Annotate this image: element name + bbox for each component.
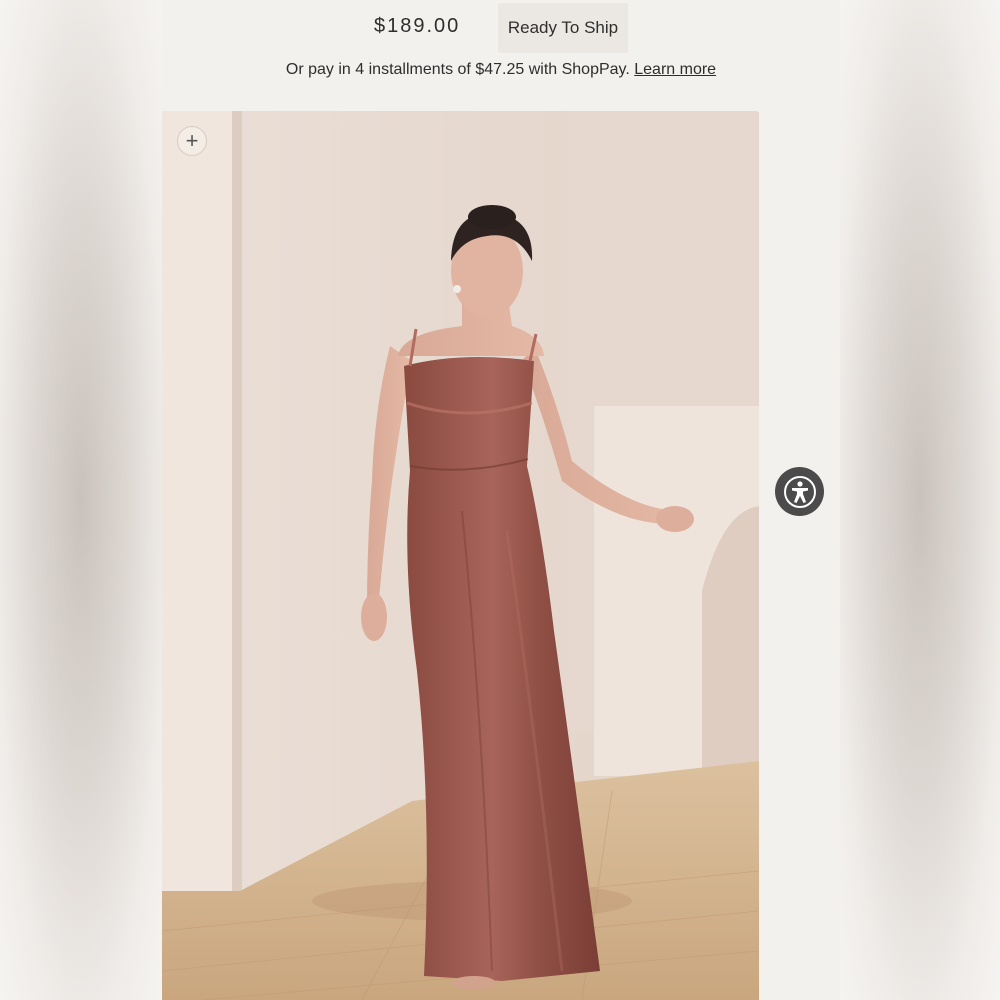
product-page: $189.00 Ready To Ship Or pay in 4 instal…	[162, 0, 840, 1000]
right-backdrop	[840, 0, 1000, 1000]
product-image[interactable]	[162, 111, 759, 1000]
product-photo-illustration	[162, 111, 759, 1000]
product-price: $189.00	[374, 15, 461, 37]
accessibility-icon	[783, 475, 816, 508]
installments-text: Or pay in 4 installments of $47.25 with …	[285, 61, 630, 78]
ready-to-ship-badge: Ready To Ship	[498, 3, 628, 53]
plus-icon: +	[185, 128, 199, 153]
installments-info: Or pay in 4 installments of $47.25 with …	[162, 61, 840, 79]
left-backdrop	[0, 0, 162, 1000]
accessibility-button[interactable]	[775, 467, 824, 516]
learn-more-link[interactable]: Learn more	[634, 61, 716, 78]
zoom-button[interactable]: +	[177, 126, 207, 156]
price-row: $189.00 Ready To Ship	[162, 0, 840, 56]
